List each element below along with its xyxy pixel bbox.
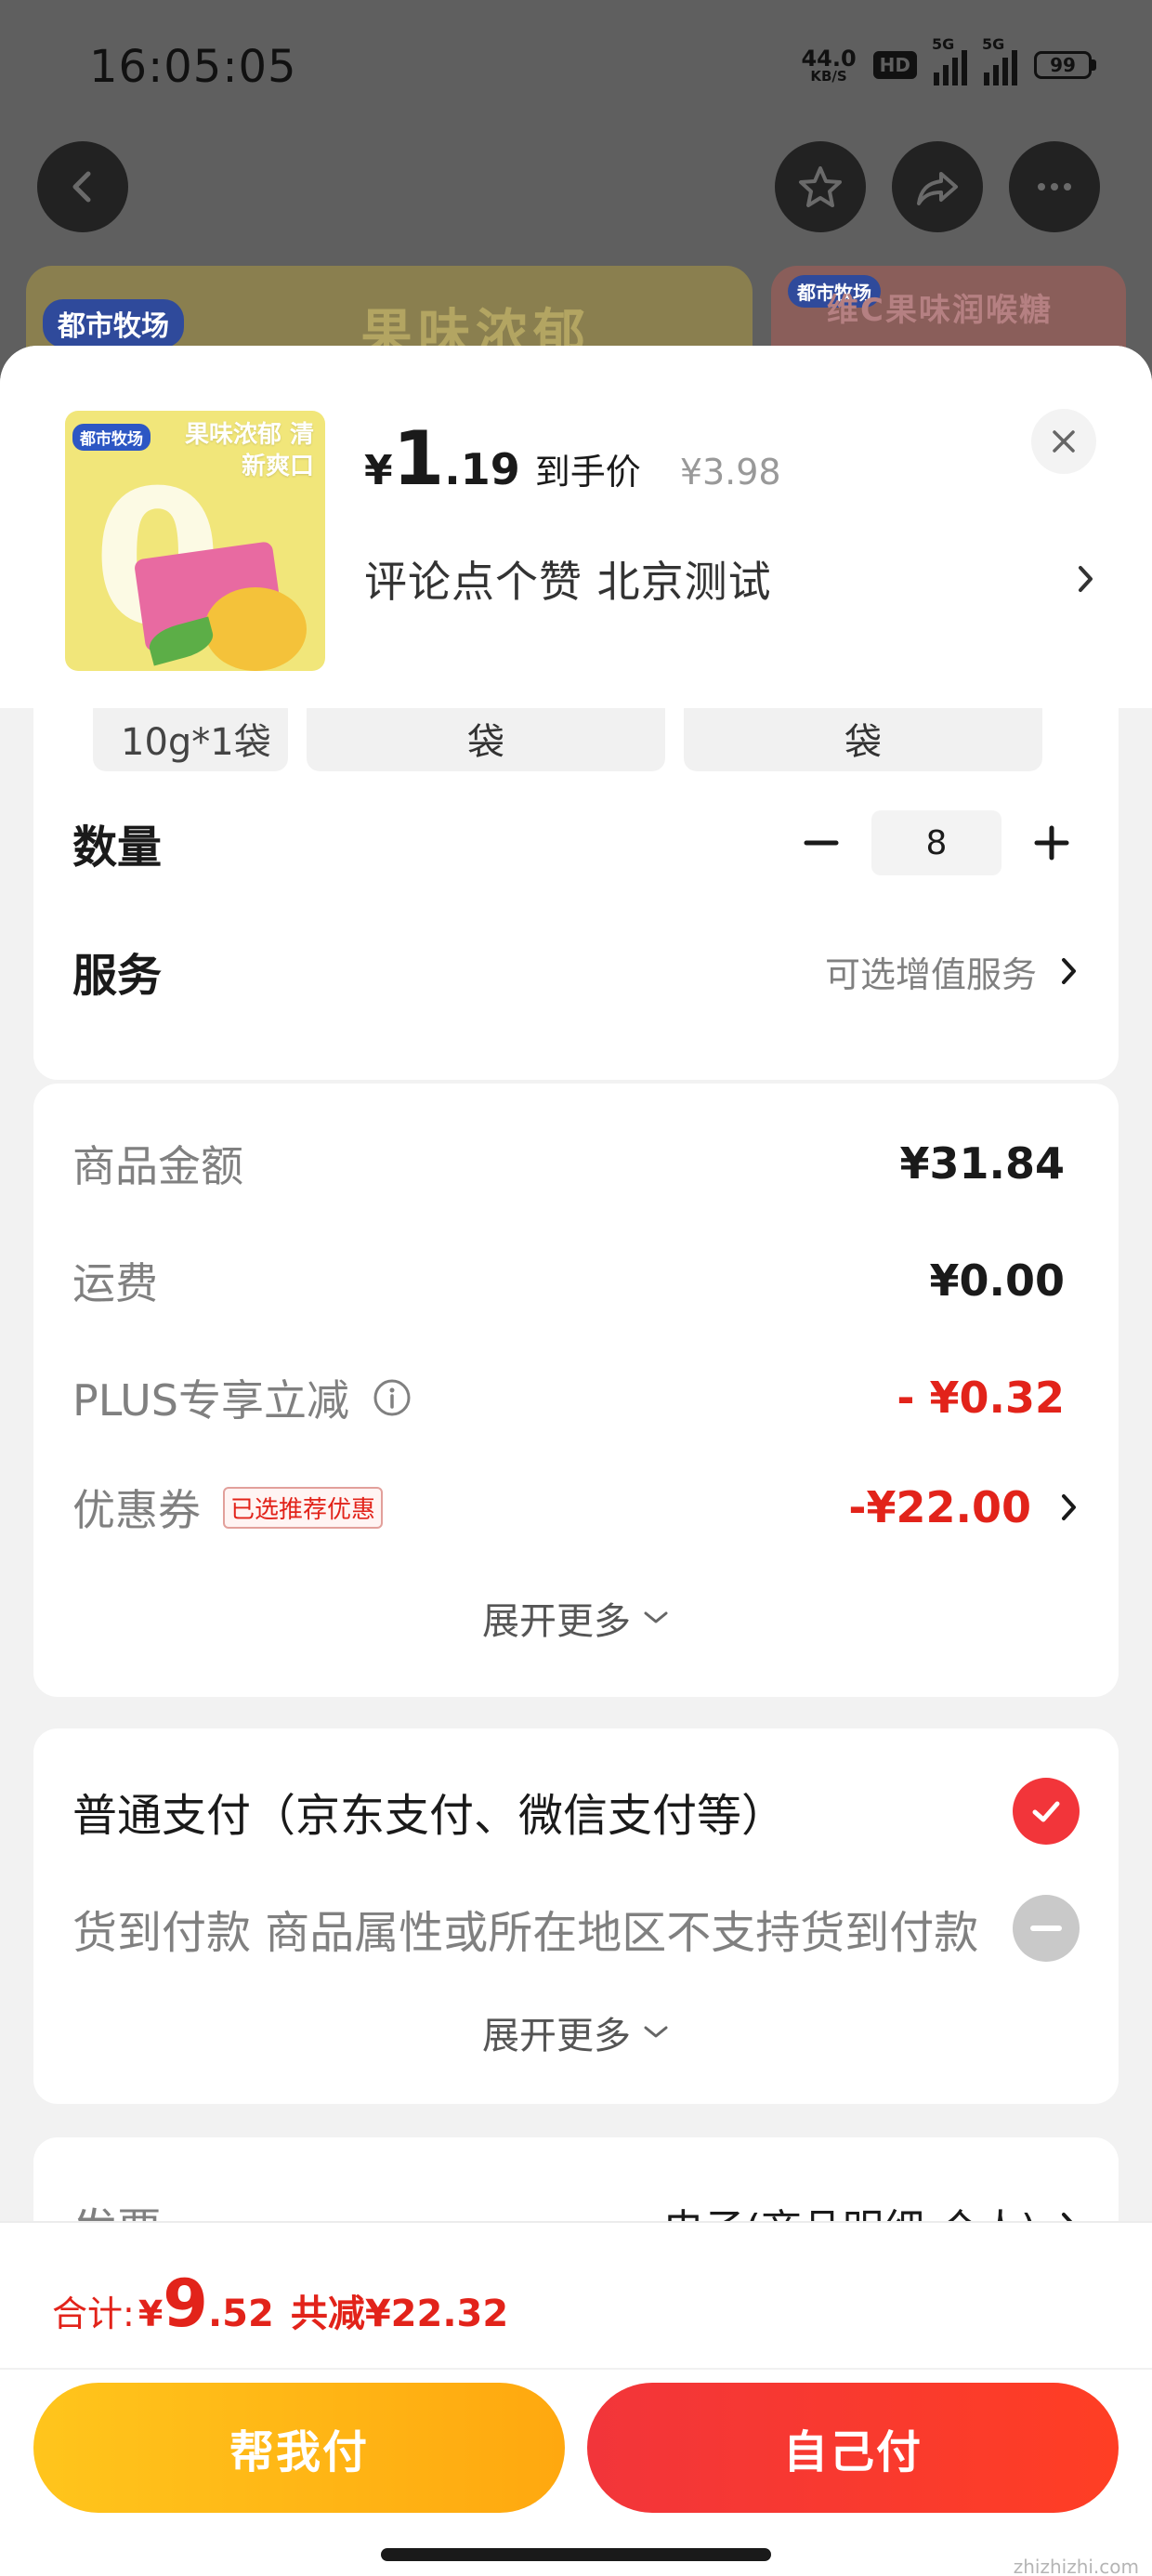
address-row[interactable]: 评论点个赞 北京测试: [364, 548, 1096, 610]
quantity-stepper: 8: [793, 810, 1080, 875]
fee-label-coupon: 优惠券 已选推荐优惠: [72, 1477, 384, 1538]
address-text: 评论点个赞 北京测试: [364, 557, 772, 607]
product-thumbnail: 0 都市牧场 果味浓郁 清新爽口: [65, 411, 325, 671]
status-icons: 44.0 KB/S HD 5G 5G 99: [801, 35, 1096, 85]
increase-button[interactable]: [1024, 815, 1080, 871]
fee-label: 优惠券: [72, 1485, 201, 1535]
price-symbol: ¥: [364, 447, 393, 494]
chevron-down-icon: [644, 2026, 668, 2038]
expand-label: 展开更多: [482, 2015, 631, 2057]
hd-voice-icon: HD: [872, 51, 917, 79]
total-symbol: ¥: [137, 2293, 164, 2334]
close-icon: [1053, 430, 1075, 453]
quantity-label: 数量: [72, 821, 163, 874]
price-tag: 到手价: [534, 452, 641, 493]
fee-row-shipping: 运费 ¥0.00: [72, 1243, 1065, 1318]
checked-icon: [1013, 1778, 1080, 1845]
spec-card: 10g*1袋 袋 袋 数量 8 服务 可选增值服务: [33, 652, 1119, 1080]
disabled-icon: [1013, 1895, 1080, 1962]
price-decimal: .19: [444, 444, 520, 494]
fee-row-plus: PLUS专享立减 - ¥0.32: [72, 1360, 1065, 1435]
network-speed: 44.0 KB/S: [801, 47, 856, 84]
watermark-text: zhizhizhi.com: [1013, 2556, 1139, 2576]
fee-value: ¥31.84: [899, 1138, 1065, 1189]
decrease-button[interactable]: [793, 815, 849, 871]
fee-expand-button[interactable]: 展开更多: [33, 1591, 1119, 1645]
total-row: 合计: ¥ 9 .52 共减¥22.32: [52, 2271, 508, 2337]
thumb-slogan: 果味浓郁 清新爽口: [184, 421, 314, 480]
total-label: 合计:: [52, 2293, 135, 2334]
payment-option-normal[interactable]: 普通支付（京东支付、微信支付等）: [72, 1769, 1080, 1853]
chevron-down-icon: [644, 1611, 668, 1623]
payment-expand-button[interactable]: 展开更多: [33, 2005, 1119, 2059]
fee-value: - ¥0.32: [897, 1373, 1065, 1423]
minus-icon: [804, 840, 839, 846]
status-bar: 16:05:05 44.0 KB/S HD 5G 5G 99: [0, 0, 1152, 139]
signal-tag: 5G: [932, 35, 955, 53]
back-button[interactable]: [37, 141, 128, 232]
share-icon: [917, 172, 958, 205]
spec-option-3[interactable]: 袋: [684, 697, 1042, 771]
share-button[interactable]: [892, 141, 983, 232]
more-dots-icon: [1038, 183, 1071, 191]
fee-card: 商品金额 ¥31.84 运费 ¥0.00 PLUS专享立减 - ¥0.32 优惠…: [33, 1084, 1119, 1697]
fee-row-goods: 商品金额 ¥31.84: [72, 1126, 1065, 1201]
fee-label: 商品金额: [72, 1141, 243, 1191]
payment-option-label: 货到付款 商品属性或所在地区不支持货到付款: [72, 1907, 979, 1959]
friend-pay-button[interactable]: 帮我付: [33, 2383, 565, 2513]
total-saved: 共减¥22.32: [290, 2293, 509, 2335]
fee-row-coupon[interactable]: 优惠券 已选推荐优惠 -¥22.00: [72, 1470, 1080, 1544]
home-indicator[interactable]: [381, 2548, 771, 2561]
fee-label-plus: PLUS专享立减: [72, 1367, 412, 1428]
fee-value: -¥22.00: [848, 1482, 1031, 1532]
close-button[interactable]: [1031, 409, 1096, 474]
original-price: ¥3.98: [679, 452, 781, 493]
service-row[interactable]: 服务 可选增值服务: [72, 929, 1080, 1013]
payment-card: 普通支付（京东支付、微信支付等） 货到付款 商品属性或所在地区不支持货到付款 展…: [33, 1728, 1119, 2104]
price-row: ¥ 1 .19 到手价 ¥3.98: [364, 422, 781, 496]
footer-divider: [0, 2368, 1152, 2370]
battery-icon: 99: [1034, 51, 1096, 79]
more-button[interactable]: [1009, 141, 1100, 232]
price-integer: 1: [392, 415, 445, 502]
fee-value: ¥0.00: [929, 1255, 1065, 1306]
banner-brand-logo: 都市牧场: [43, 299, 184, 348]
info-icon[interactable]: [372, 1377, 412, 1418]
status-time: 16:05:05: [89, 41, 297, 93]
signal-icon: 5G: [932, 35, 967, 85]
total-decimal: .52: [207, 2293, 274, 2335]
lemon-graphic: [204, 587, 307, 671]
chevron-right-icon: [1079, 566, 1093, 592]
fee-label: 运费: [72, 1258, 158, 1308]
quantity-input[interactable]: 8: [871, 810, 1001, 875]
network-speed-value: 44.0: [801, 45, 857, 72]
star-icon: [799, 166, 842, 207]
fee-label: PLUS专享立减: [72, 1375, 349, 1426]
battery-level: 99: [1034, 51, 1092, 79]
service-value: 可选增值服务: [824, 953, 1037, 995]
signal-icon-2: 5G: [982, 35, 1017, 85]
signal-tag-2: 5G: [982, 35, 1005, 53]
coupon-badge: 已选推荐优惠: [223, 1486, 384, 1529]
back-arrow-icon: [72, 171, 91, 203]
payment-option-label: 普通支付（京东支付、微信支付等）: [72, 1790, 787, 1842]
service-label: 服务: [72, 950, 163, 1002]
plus-icon: [1034, 825, 1069, 861]
spec-option-2[interactable]: 袋: [307, 697, 665, 771]
payment-option-cod: 货到付款 商品属性或所在地区不支持货到付款: [72, 1886, 1080, 1970]
favorite-button[interactable]: [775, 141, 866, 232]
banner2-slogan: 维C果味润喉糖: [827, 292, 1053, 329]
chevron-right-icon: [1062, 958, 1076, 984]
quantity-row: 数量 8: [72, 801, 1080, 885]
expand-label: 展开更多: [482, 1600, 631, 1643]
product-header: 0 都市牧场 果味浓郁 清新爽口 ¥ 1 .19 到手价 ¥3.98 评论点个赞…: [0, 346, 1152, 708]
chevron-right-icon: [1062, 1494, 1076, 1520]
spec-option-1[interactable]: 10g*1袋: [93, 697, 288, 771]
network-speed-unit: KB/S: [810, 67, 847, 85]
checkout-footer: 合计: ¥ 9 .52 共减¥22.32 帮我付 自己付 zhizhizhi.c…: [0, 2221, 1152, 2576]
self-pay-button[interactable]: 自己付: [587, 2383, 1119, 2513]
total-integer: 9: [163, 2266, 208, 2342]
thumb-brand-logo: 都市牧场: [72, 424, 151, 451]
